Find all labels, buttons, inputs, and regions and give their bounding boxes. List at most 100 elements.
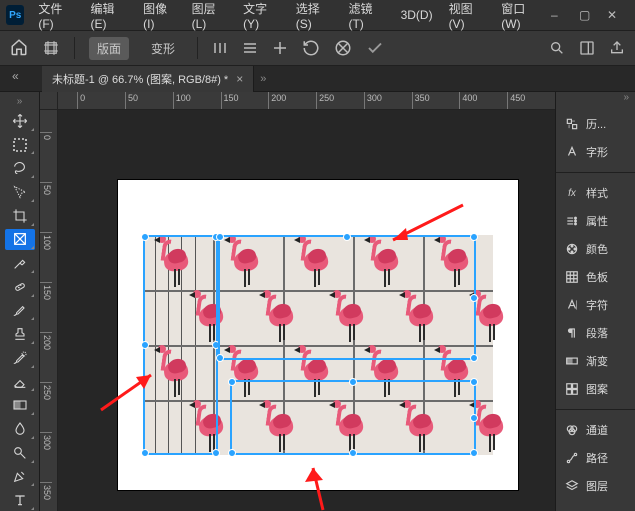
align-distribute-icon[interactable] bbox=[242, 40, 258, 56]
home-icon[interactable] bbox=[10, 38, 28, 59]
panel-label: 字形 bbox=[586, 144, 608, 160]
marquee-tool[interactable] bbox=[5, 134, 35, 156]
transform-handle[interactable] bbox=[470, 449, 478, 457]
canvas-stage[interactable] bbox=[58, 110, 555, 511]
eyedropper-tool[interactable] bbox=[5, 252, 35, 274]
healing-tool[interactable] bbox=[5, 276, 35, 298]
tab-overflow-icon[interactable]: » bbox=[260, 73, 266, 85]
window-minimize-icon[interactable]: – bbox=[551, 8, 565, 22]
option-transform[interactable]: 变形 bbox=[143, 37, 183, 60]
grid-icon[interactable] bbox=[272, 40, 288, 56]
separator bbox=[197, 37, 198, 59]
transform-handle[interactable] bbox=[228, 449, 236, 457]
panel-label: 样式 bbox=[586, 185, 608, 201]
frame-tool[interactable] bbox=[5, 229, 35, 251]
panel-character[interactable]: 字符 bbox=[556, 291, 635, 319]
search-icon[interactable] bbox=[549, 40, 565, 56]
menu-type[interactable]: 文字(Y) bbox=[237, 0, 286, 35]
pen-tool[interactable] bbox=[5, 466, 35, 488]
panel-color[interactable]: 颜色 bbox=[556, 235, 635, 263]
transform-handle[interactable] bbox=[141, 449, 149, 457]
transform-handle[interactable] bbox=[141, 341, 149, 349]
menu-image[interactable]: 图像(I) bbox=[137, 0, 181, 35]
transform-handle[interactable] bbox=[349, 378, 357, 386]
frame-tool-icon[interactable] bbox=[42, 39, 60, 57]
stamp-tool[interactable] bbox=[5, 323, 35, 345]
tab-scroll-icon[interactable]: « bbox=[12, 69, 19, 83]
type-tool[interactable] bbox=[5, 489, 35, 511]
move-tool[interactable] bbox=[5, 110, 35, 132]
ruler-corner bbox=[40, 92, 58, 110]
history-brush-tool[interactable] bbox=[5, 347, 35, 369]
transform-handle[interactable] bbox=[470, 378, 478, 386]
brush-tool[interactable] bbox=[5, 300, 35, 322]
panel-paragraph[interactable]: 段落 bbox=[556, 319, 635, 347]
lasso-tool[interactable] bbox=[5, 157, 35, 179]
panel-layers[interactable]: 图层 bbox=[556, 472, 635, 500]
workspace-icon[interactable] bbox=[579, 40, 595, 56]
menu-view[interactable]: 视图(V) bbox=[443, 0, 492, 35]
dodge-tool[interactable] bbox=[5, 442, 35, 464]
panel-label: 通道 bbox=[586, 422, 608, 438]
quick-select-tool[interactable] bbox=[5, 181, 35, 203]
dock-collapse-icon[interactable]: » bbox=[556, 92, 635, 104]
menu-window[interactable]: 窗口(W) bbox=[495, 0, 547, 35]
panel-history[interactable]: 历... bbox=[556, 110, 635, 138]
channels-icon bbox=[564, 422, 580, 438]
styles-icon: fx bbox=[564, 185, 580, 201]
panel-channels[interactable]: 通道 bbox=[556, 416, 635, 444]
props-icon bbox=[564, 213, 580, 229]
transform-handle[interactable] bbox=[349, 449, 357, 457]
panel-label: 历... bbox=[586, 116, 606, 132]
eraser-tool[interactable] bbox=[5, 371, 35, 393]
history-icon bbox=[564, 116, 580, 132]
share-icon[interactable] bbox=[609, 40, 625, 56]
align-stroke-icon[interactable] bbox=[212, 40, 228, 56]
panel-gradient[interactable]: 渐变 bbox=[556, 347, 635, 375]
commit-icon[interactable] bbox=[366, 39, 384, 57]
panel-label: 属性 bbox=[586, 213, 608, 229]
menu-select[interactable]: 选择(S) bbox=[290, 0, 339, 35]
layers-icon bbox=[564, 478, 580, 494]
ruler-vertical[interactable]: 0 50 100 150 200 250 300 350 bbox=[40, 110, 58, 511]
panel-styles[interactable]: fx 样式 bbox=[556, 179, 635, 207]
window-close-icon[interactable]: ✕ bbox=[607, 8, 621, 22]
transform-handle[interactable] bbox=[216, 354, 224, 362]
menu-edit[interactable]: 编辑(E) bbox=[84, 0, 133, 35]
toolbox-collapse-icon[interactable]: » bbox=[17, 96, 23, 106]
reset-icon[interactable] bbox=[302, 39, 320, 57]
frame-selection-3[interactable] bbox=[230, 380, 476, 455]
transform-handle[interactable] bbox=[470, 354, 478, 362]
transform-handle[interactable] bbox=[470, 233, 478, 241]
cancel-icon[interactable] bbox=[334, 39, 352, 57]
menu-file[interactable]: 文件(F) bbox=[32, 0, 80, 35]
document-tab[interactable]: 未标题-1 @ 66.7% (图案, RGB/8#) * × bbox=[42, 66, 254, 92]
transform-handle[interactable] bbox=[212, 449, 220, 457]
annotation-arrow bbox=[293, 460, 343, 511]
transform-handle[interactable] bbox=[228, 378, 236, 386]
frame-selection-1[interactable] bbox=[143, 235, 218, 455]
menu-bar: Ps 文件(F) 编辑(E) 图像(I) 图层(L) 文字(Y) 选择(S) 滤… bbox=[0, 0, 635, 30]
blur-tool[interactable] bbox=[5, 418, 35, 440]
window-maximize-icon[interactable]: ▢ bbox=[579, 8, 593, 22]
panel-swatches[interactable]: 色板 bbox=[556, 263, 635, 291]
panel-props[interactable]: 属性 bbox=[556, 207, 635, 235]
crop-tool[interactable] bbox=[5, 205, 35, 227]
option-artboard[interactable]: 版面 bbox=[89, 37, 129, 60]
menu-3d[interactable]: 3D(D) bbox=[395, 4, 439, 26]
panel-glyphs[interactable]: 字形 bbox=[556, 138, 635, 166]
ruler-horizontal[interactable]: 0 50 100 150 200 250 300 350 400 450 bbox=[58, 92, 555, 110]
transform-handle[interactable] bbox=[470, 294, 478, 302]
frame-selection-2[interactable] bbox=[218, 235, 476, 360]
transform-handle[interactable] bbox=[141, 233, 149, 241]
transform-handle[interactable] bbox=[216, 233, 224, 241]
menu-layer[interactable]: 图层(L) bbox=[186, 0, 233, 35]
panel-pattern[interactable]: 图案 bbox=[556, 375, 635, 403]
close-tab-icon[interactable]: × bbox=[236, 72, 243, 86]
transform-handle[interactable] bbox=[343, 233, 351, 241]
gradient-tool[interactable] bbox=[5, 394, 35, 416]
flamingo-icon bbox=[473, 292, 507, 342]
transform-handle[interactable] bbox=[470, 414, 478, 422]
menu-filter[interactable]: 滤镜(T) bbox=[342, 0, 390, 35]
panel-paths[interactable]: 路径 bbox=[556, 444, 635, 472]
